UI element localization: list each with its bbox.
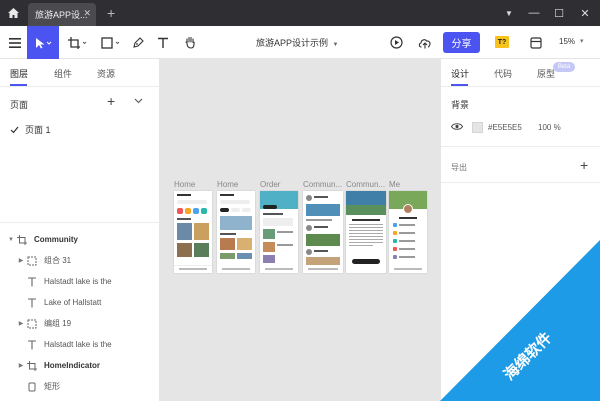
layout-panel-icon[interactable] xyxy=(525,26,547,59)
collapsed-arrow-icon[interactable]: ▶ xyxy=(16,257,26,264)
group-icon xyxy=(26,255,38,267)
frame-label[interactable]: Home xyxy=(174,180,212,189)
frame-icon xyxy=(26,360,38,372)
page-item[interactable]: 页面 1 xyxy=(10,123,51,136)
divider xyxy=(0,86,160,87)
background-section-title: 背景 xyxy=(451,100,470,110)
layer-item[interactable]: Halstadt lake is the xyxy=(0,334,160,355)
frame-tool-icon[interactable] xyxy=(64,26,92,59)
frame-label[interactable]: Commun... xyxy=(303,180,343,189)
title-bar: 旅游APP设... ✕ + ▼ — ☐ ✕ xyxy=(0,0,600,26)
text-layer-icon xyxy=(26,339,38,351)
frame-thumbnail[interactable] xyxy=(389,191,427,273)
play-icon[interactable] xyxy=(386,26,406,59)
divider xyxy=(441,182,600,183)
layer-item[interactable]: ▶ 编组 19 xyxy=(0,313,160,334)
text-tool-icon[interactable] xyxy=(153,26,173,59)
toolbar: 旅游APP设计示例 ▼ 分享 T? 15% ▾ xyxy=(0,26,600,59)
collapsed-arrow-icon[interactable]: ▶ xyxy=(16,320,26,327)
group-icon xyxy=(26,318,38,330)
dropdown-icon[interactable]: ▼ xyxy=(496,0,522,26)
layer-label: Halstadt lake is the xyxy=(44,340,112,349)
background-hex-value[interactable]: #E5E5E5 xyxy=(488,123,522,132)
zoom-chevron-icon[interactable]: ▾ xyxy=(580,37,584,45)
hand-tool-icon[interactable] xyxy=(179,26,201,59)
layer-label: 编组 19 xyxy=(44,319,72,328)
eye-icon[interactable] xyxy=(450,122,464,133)
export-section-title: 导出 xyxy=(451,163,467,172)
document-title[interactable]: 旅游APP设计示例 ▼ xyxy=(256,36,338,49)
layer-label: Lake of Hallstatt xyxy=(44,298,102,307)
divider xyxy=(0,222,160,223)
frame-thumbnail[interactable] xyxy=(260,191,298,273)
left-panel: 图层 组件 资源 页面 + 页面 1 ▼ Community ▶ 组合 31 H… xyxy=(0,59,160,401)
pen-tool-icon[interactable] xyxy=(128,26,148,59)
frame-thumbnail[interactable] xyxy=(346,191,386,273)
document-tab[interactable]: 旅游APP设... ✕ xyxy=(28,3,96,26)
tab-code[interactable]: 代码 xyxy=(494,67,512,80)
share-button[interactable]: 分享 xyxy=(443,32,480,53)
layer-label: 矩形 xyxy=(44,382,60,391)
layer-item[interactable]: 矩形 xyxy=(0,376,160,397)
layer-item[interactable]: ▶ HomeIndicator xyxy=(0,355,160,376)
tab-components[interactable]: 组件 xyxy=(54,67,72,80)
text-layer-icon xyxy=(26,276,38,288)
tab-prototype[interactable]: 原型 xyxy=(537,67,555,80)
layer-item[interactable]: ▶ 组合 31 xyxy=(0,250,160,271)
divider xyxy=(441,146,600,147)
pages-title: 页面 xyxy=(10,100,29,110)
frame-thumbnail[interactable] xyxy=(303,191,343,273)
frame-icon xyxy=(16,234,28,246)
frame-label[interactable]: Me xyxy=(389,180,427,189)
design-canvas[interactable]: Home Home Order Commun... Commun... Me xyxy=(160,59,440,401)
select-tool-icon[interactable] xyxy=(27,26,59,59)
add-export-icon[interactable]: + xyxy=(580,157,588,173)
collapsed-arrow-icon[interactable]: ▶ xyxy=(16,362,26,369)
close-window-icon[interactable]: ✕ xyxy=(572,0,598,26)
background-color-swatch[interactable] xyxy=(472,122,483,133)
upload-cloud-icon[interactable] xyxy=(414,26,436,59)
tab-assets[interactable]: 资源 xyxy=(97,67,115,80)
document-title-text: 旅游APP设计示例 xyxy=(256,38,329,48)
right-panel: 设计 代码 原型 Beta 背景 #E5E5E5 100 % 导出 + xyxy=(440,59,600,401)
text-layer-icon xyxy=(26,297,38,309)
rectangle-icon xyxy=(26,381,38,393)
zoom-level[interactable]: 15% xyxy=(559,37,575,46)
check-icon xyxy=(10,126,19,133)
background-opacity-value[interactable]: 100 % xyxy=(538,123,561,132)
page-item-label: 页面 1 xyxy=(25,125,51,135)
frame-thumbnail[interactable] xyxy=(174,191,212,273)
new-tab-icon[interactable]: + xyxy=(107,5,115,21)
chevron-down-icon: ▼ xyxy=(332,42,339,48)
expanded-arrow-icon[interactable]: ▼ xyxy=(6,237,16,243)
frame-label[interactable]: Home xyxy=(217,180,255,189)
divider xyxy=(441,86,600,87)
tab-layers[interactable]: 图层 xyxy=(10,67,28,80)
layer-item[interactable]: ▼ Community xyxy=(0,229,160,250)
frame-thumbnail[interactable] xyxy=(217,191,255,273)
frame-label[interactable]: Order xyxy=(260,180,298,189)
beta-badge: Beta xyxy=(553,62,575,72)
layer-item[interactable]: Halstadt lake is the xyxy=(0,271,160,292)
tab-design[interactable]: 设计 xyxy=(451,67,469,80)
document-tab-title: 旅游APP设... xyxy=(35,10,88,20)
home-icon[interactable] xyxy=(0,0,26,26)
layer-item[interactable]: Lake of Hallstatt xyxy=(0,292,160,313)
layer-label: HomeIndicator xyxy=(44,361,101,370)
close-tab-icon[interactable]: ✕ xyxy=(83,8,91,19)
plugin-badge[interactable]: T? xyxy=(495,36,509,48)
layer-label: 组合 31 xyxy=(44,256,72,265)
maximize-icon[interactable]: ☐ xyxy=(546,0,572,26)
minimize-icon[interactable]: — xyxy=(521,0,547,26)
layer-label: Halstadt lake is the xyxy=(44,277,112,286)
shape-tool-icon[interactable] xyxy=(97,26,125,59)
add-page-icon[interactable]: + xyxy=(107,93,115,109)
collapse-pages-icon[interactable] xyxy=(134,96,143,106)
menu-icon[interactable] xyxy=(4,26,26,59)
frame-label[interactable]: Commun... xyxy=(346,180,386,189)
layer-label: Community xyxy=(34,235,78,244)
